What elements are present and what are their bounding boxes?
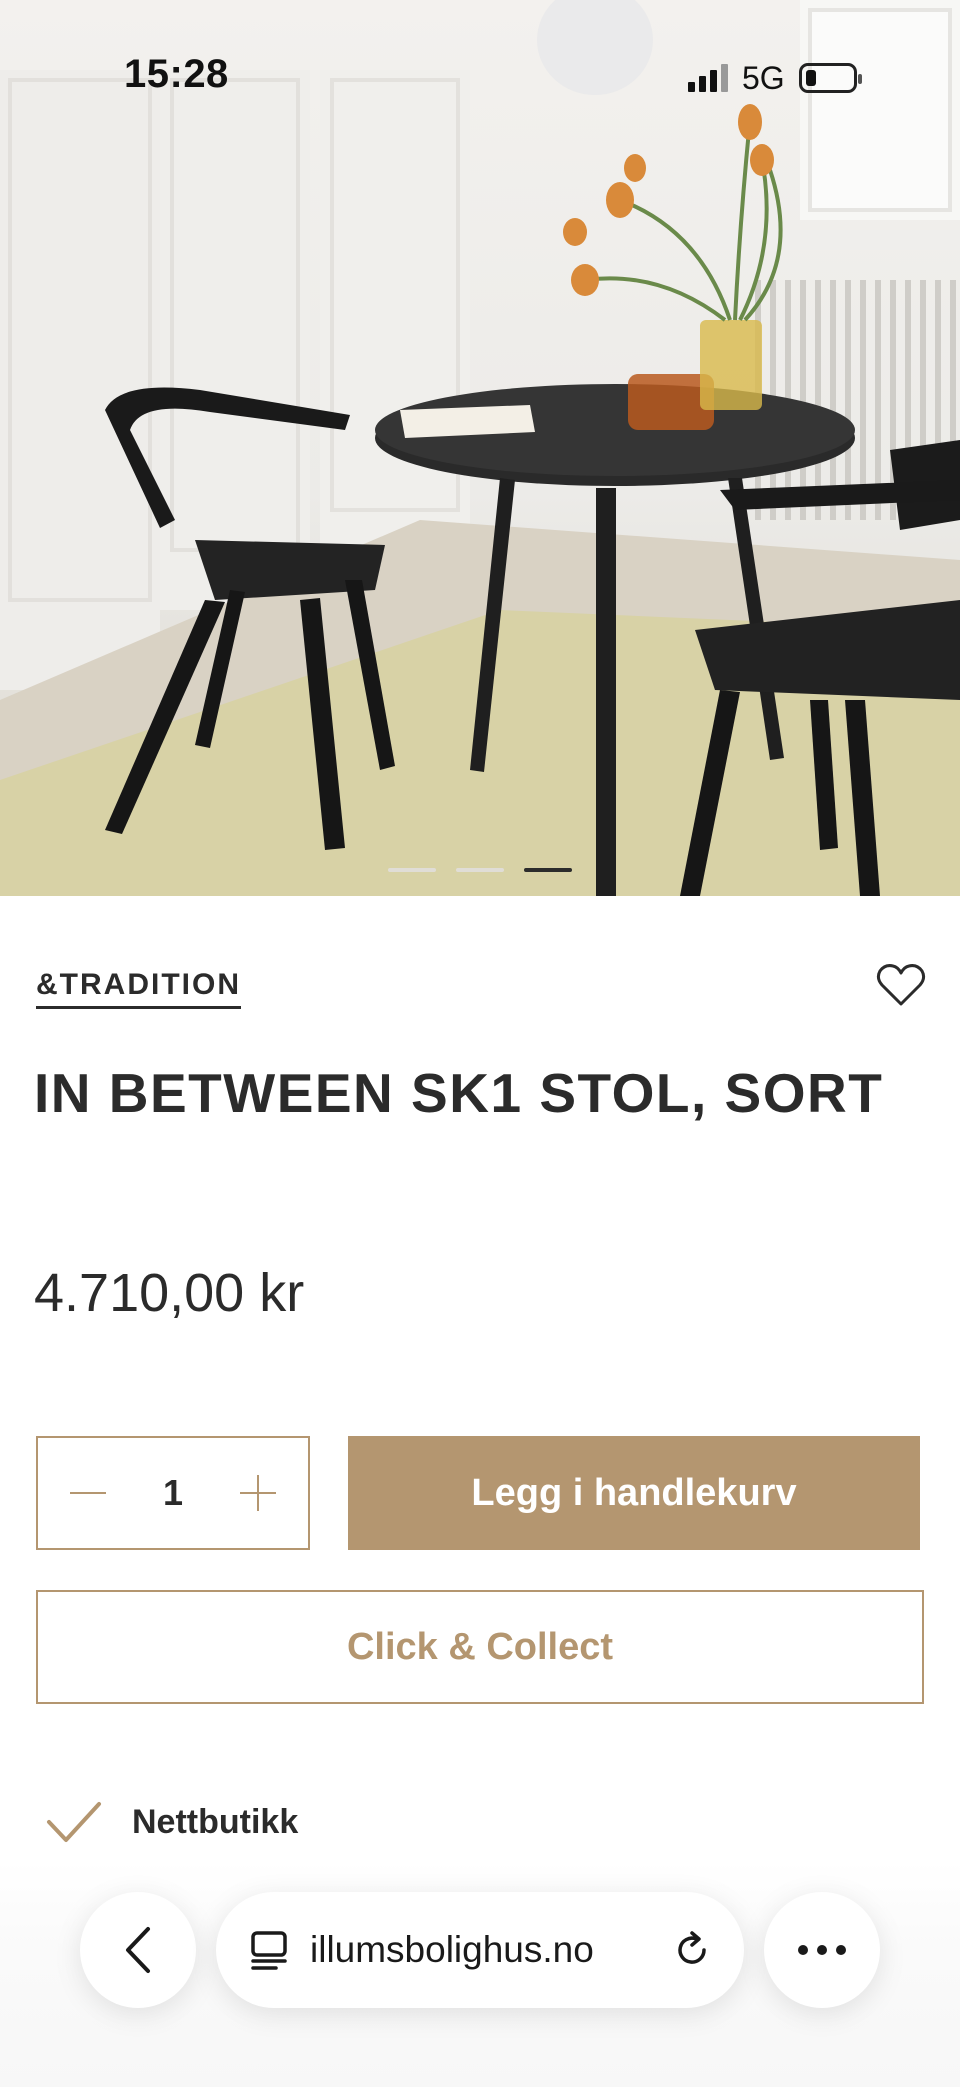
address-bar[interactable]: illumsbolighus.no (216, 1892, 744, 2008)
carousel-dot[interactable] (388, 868, 436, 872)
product-price: 4.710,00 kr (34, 1263, 305, 1323)
increase-quantity-button[interactable] (238, 1473, 278, 1513)
signal-icon (688, 64, 728, 92)
page-menu-icon[interactable] (250, 1930, 288, 1970)
click-collect-button[interactable]: Click & Collect (36, 1590, 924, 1704)
carousel-dot[interactable] (456, 868, 504, 872)
availability-row: Nettbutikk (46, 1800, 298, 1844)
quantity-value[interactable]: 1 (163, 1472, 183, 1514)
product-hero-image[interactable] (0, 0, 960, 896)
decrease-quantity-button[interactable] (68, 1473, 108, 1513)
status-indicators: 5G (688, 58, 862, 98)
network-label: 5G (742, 59, 785, 96)
availability-label: Nettbutikk (132, 1802, 299, 1841)
brand-link[interactable]: &TRADITION (36, 968, 241, 1009)
battery-icon (798, 63, 862, 93)
quantity-stepper: 1 (36, 1436, 310, 1550)
url-text[interactable]: illumsbolighus.no (310, 1929, 594, 1971)
carousel-indicator (388, 868, 572, 872)
add-to-cart-button[interactable]: Legg i handlekurv (348, 1436, 920, 1550)
reload-icon[interactable] (672, 1930, 712, 1970)
dining-set-photo (0, 0, 960, 896)
check-icon (47, 1802, 101, 1842)
carousel-dot-active[interactable] (524, 868, 572, 872)
back-button[interactable] (80, 1892, 196, 2008)
more-options-button[interactable] (764, 1892, 880, 2008)
heart-icon[interactable] (876, 962, 926, 1008)
status-time: 15:28 (124, 52, 229, 96)
chevron-left-icon (126, 1927, 150, 1973)
ellipsis-icon (798, 1945, 846, 1955)
product-title: IN BETWEEN SK1 STOL, SORT (34, 1062, 884, 1124)
